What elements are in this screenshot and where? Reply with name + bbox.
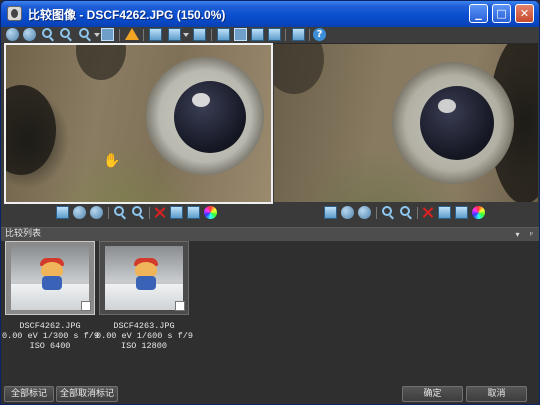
forward-icon[interactable]: [23, 28, 36, 41]
chevron-down-icon[interactable]: [94, 33, 100, 40]
photo-left: [6, 45, 271, 202]
view-rotate-icon[interactable]: [193, 28, 206, 41]
ok-button[interactable]: 确定: [402, 386, 463, 402]
mark-checkbox[interactable]: [175, 301, 185, 311]
eye-highlight: [192, 93, 210, 107]
window-title: 比较图像 - DSCF4262.JPG (150.0%): [28, 8, 226, 22]
unmark-all-button[interactable]: 全部取消标记: [56, 386, 118, 402]
panel-menu-icon[interactable]: ▾: [513, 230, 522, 239]
clipboard-icon[interactable]: [187, 206, 200, 219]
list-item-caption: DSCF4263.JPG 0.00 eV 1/600 s f/9 ISO 128…: [96, 321, 193, 351]
info-panel-icon[interactable]: [292, 28, 305, 41]
compare-layout-icon[interactable]: [251, 28, 264, 41]
warning-icon[interactable]: [125, 28, 139, 40]
thumbnail-image: [11, 246, 89, 310]
close-button[interactable]: ✕: [515, 4, 534, 23]
view-list-icon[interactable]: [217, 28, 230, 41]
compare-list-title: 比较列表: [5, 229, 42, 239]
next-icon[interactable]: [358, 206, 371, 219]
toolbar-separator: [285, 29, 286, 41]
grid-icon[interactable]: [438, 206, 451, 219]
compare-list-header: 比较列表 ▾ ᵖ: [1, 227, 539, 241]
compare-list: DSCF4262.JPG 0.00 eV 1/300 s f/9 ISO 640…: [1, 241, 539, 384]
zoom-out-icon[interactable]: [132, 206, 142, 216]
hand-cursor-icon: ✋: [103, 153, 121, 169]
grid-icon[interactable]: [170, 206, 183, 219]
color-icon[interactable]: [472, 206, 485, 219]
mark-all-button[interactable]: 全部标记: [4, 386, 54, 402]
eye-pupil: [174, 81, 246, 153]
next-icon[interactable]: [90, 206, 103, 219]
zoom-in-icon[interactable]: [42, 28, 52, 38]
toolbar-separator: [309, 29, 310, 41]
image-pane-right[interactable]: [274, 44, 538, 202]
toolbar-separator: [143, 29, 144, 41]
bottom-bar: 全部标记 全部取消标记 确定 取消: [1, 384, 539, 404]
thumbnail-image: [105, 246, 183, 310]
save-icon[interactable]: [56, 206, 69, 219]
list-item[interactable]: [5, 241, 95, 315]
clipboard-icon[interactable]: [455, 206, 468, 219]
app-icon: [7, 6, 22, 21]
image-pane-left[interactable]: ✋: [4, 43, 273, 204]
pin-icon[interactable]: ᵖ: [527, 230, 536, 239]
back-icon[interactable]: [6, 28, 19, 41]
compare-images-window: 比较图像 - DSCF4262.JPG (150.0%) _ □ ✕ ? ✋ 比…: [0, 0, 540, 405]
zoom-in-icon[interactable]: [382, 206, 392, 216]
title-bar[interactable]: 比较图像 - DSCF4262.JPG (150.0%) _ □ ✕: [1, 1, 539, 27]
zoom-out-icon[interactable]: [400, 206, 410, 216]
left-pane-toolbar: [56, 205, 226, 221]
toolbar-separator: [119, 29, 120, 41]
help-icon[interactable]: ?: [313, 28, 326, 41]
mark-checkbox[interactable]: [81, 301, 91, 311]
color-icon[interactable]: [204, 206, 217, 219]
eye-pupil: [420, 86, 494, 160]
zoom-in-icon[interactable]: [114, 206, 124, 216]
delete-icon[interactable]: [421, 206, 434, 219]
zoom-fit-icon[interactable]: [101, 28, 114, 41]
chevron-down-icon[interactable]: [183, 33, 189, 40]
photo-right: [274, 44, 538, 202]
save-icon[interactable]: [324, 206, 337, 219]
eye-highlight: [438, 99, 456, 113]
cancel-button[interactable]: 取消: [466, 386, 527, 402]
list-item-caption: DSCF4262.JPG 0.00 eV 1/300 s f/9 ISO 640…: [2, 321, 99, 351]
toolbar-separator: [211, 29, 212, 41]
view-grid-icon[interactable]: [168, 28, 181, 41]
list-item[interactable]: [99, 241, 189, 315]
zoom-menu-icon[interactable]: [79, 28, 89, 38]
zoom-out-icon[interactable]: [60, 28, 70, 38]
right-pane-toolbar: [324, 205, 494, 221]
compare-stack-icon[interactable]: [268, 28, 281, 41]
prev-icon[interactable]: [341, 206, 354, 219]
delete-icon[interactable]: [153, 206, 166, 219]
main-toolbar: ?: [1, 27, 539, 44]
prev-icon[interactable]: [73, 206, 86, 219]
maximize-button[interactable]: □: [492, 4, 511, 23]
minimize-button[interactable]: _: [469, 4, 488, 23]
compare-side-icon[interactable]: [234, 28, 247, 41]
view-single-icon[interactable]: [149, 28, 162, 41]
